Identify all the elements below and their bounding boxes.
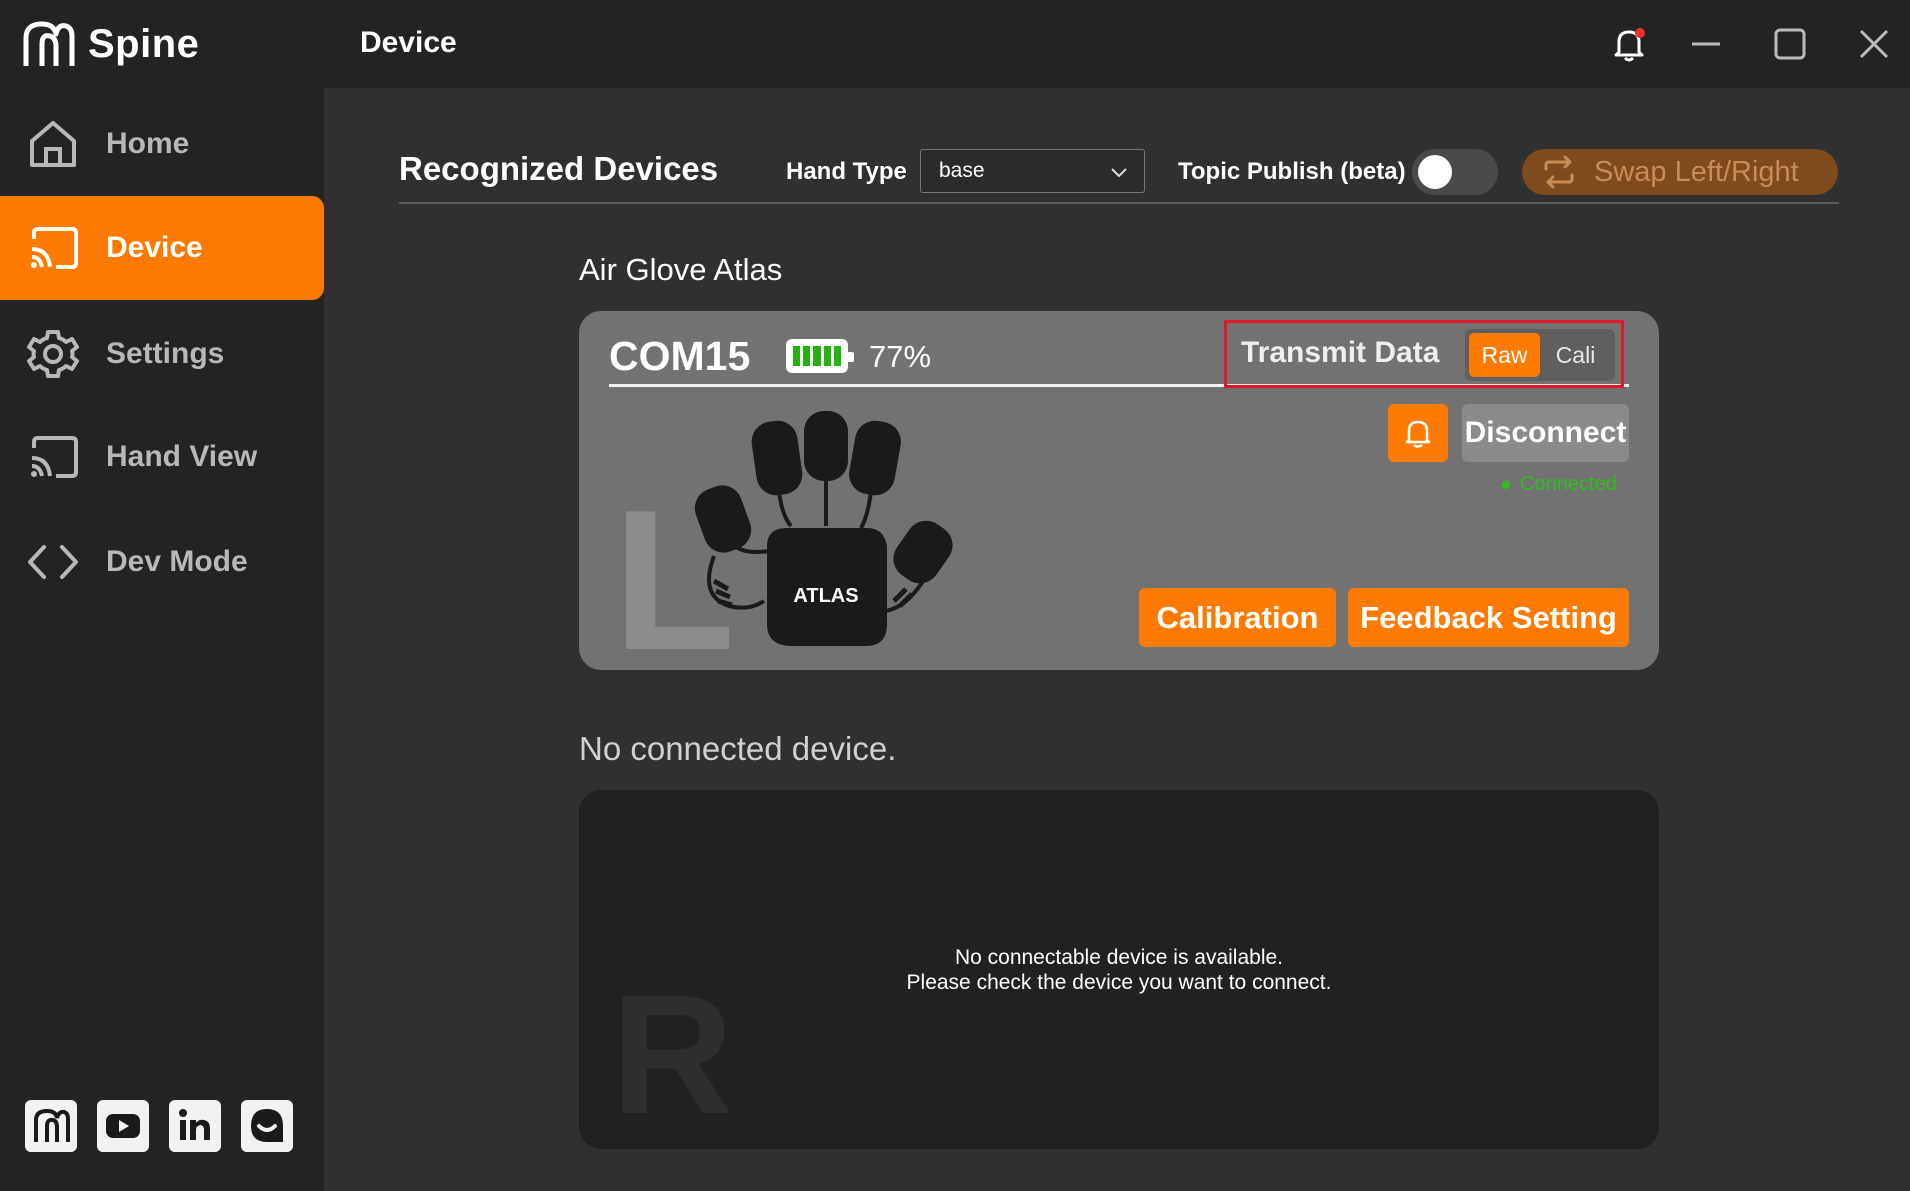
maximize-button[interactable] [1768,22,1812,66]
notification-badge [1635,28,1645,38]
chevron-down-icon [1111,168,1127,178]
battery-icon [786,339,854,373]
swap-icon [1544,155,1574,189]
gear-icon [26,327,80,381]
connection-status: Connected [1502,473,1617,496]
side-letter-right: R [611,960,734,1149]
nav-label-settings: Settings [106,337,225,370]
device-group-title: Air Glove Atlas [579,252,783,287]
hand-type-value: base [939,159,985,182]
chat-icon [251,1109,283,1142]
nav-item-dev-mode[interactable]: Dev Mode [0,510,324,614]
disconnect-button[interactable]: Disconnect [1462,404,1629,462]
minimize-button[interactable] [1684,22,1728,66]
nav-label-device: Device [106,231,203,264]
chat-button[interactable] [241,1100,293,1152]
spine-logo-icon [23,21,75,66]
title-bar: Device [324,0,1910,88]
section-divider [399,202,1839,204]
device-port: COM15 [609,333,751,379]
sidebar: Spine Home Device Settings Hand View Dev… [0,0,324,1191]
close-icon [1859,29,1889,59]
alert-button[interactable] [1388,404,1448,462]
notification-button[interactable] [1607,22,1651,66]
bell-icon [1405,420,1431,448]
nav-item-home[interactable]: Home [0,92,324,196]
nav-item-device[interactable]: Device [0,196,324,300]
code-icon [26,535,80,589]
nav-label-hand-view: Hand View [106,440,258,473]
nav-label-home: Home [106,127,190,160]
empty-message-line2: Please check the device you want to conn… [906,971,1332,994]
device-card-right: R No connectable device is available. Pl… [579,790,1659,1149]
nav-item-settings[interactable]: Settings [0,302,324,406]
app-name: Spine [88,21,200,66]
toggle-knob [1418,155,1452,189]
no-device-title: No connected device. [579,730,897,767]
empty-message: No connectable device is available. Plea… [579,945,1659,995]
device-brand-label: ATLAS [793,585,858,607]
swap-left-right-button[interactable]: Swap Left/Right [1522,149,1838,195]
nav-label-dev-mode: Dev Mode [106,545,248,578]
youtube-icon [106,1114,140,1138]
hand-type-label: Hand Type [786,158,907,185]
close-button[interactable] [1852,22,1896,66]
transmit-data-group: Transmit Data Raw Cali [1224,320,1624,388]
linkedin-button[interactable] [169,1100,221,1152]
status-text: Connected [1520,473,1617,495]
battery-percentage: 77% [869,339,932,374]
transmit-data-label: Transmit Data [1241,336,1440,369]
youtube-button[interactable] [97,1100,149,1152]
transmit-mode-toggle: Raw Cali [1465,329,1615,381]
spine-logo-icon [34,1108,70,1142]
spine-social-button[interactable] [25,1100,77,1152]
transmit-mode-cali[interactable]: Cali [1540,333,1611,377]
cast-icon [26,221,80,275]
swap-label: Swap Left/Right [1594,155,1799,188]
section-title: Recognized Devices [399,150,719,187]
page-title: Device [360,26,457,59]
feedback-setting-button[interactable]: Feedback Setting [1348,588,1629,647]
transmit-mode-raw[interactable]: Raw [1469,333,1540,377]
home-icon [26,117,80,171]
linkedin-icon [179,1109,210,1140]
device-card-left: L ATLAS COM15 77% Transmit Data Raw Cali… [579,311,1659,670]
status-dot [1502,480,1510,489]
app-logo: Spine [20,18,199,70]
minimize-icon [1692,42,1720,46]
nav-item-hand-view[interactable]: Hand View [0,405,324,509]
topic-publish-label: Topic Publish (beta) [1178,158,1406,185]
calibration-button[interactable]: Calibration [1139,588,1336,647]
topic-publish-toggle[interactable] [1412,149,1498,195]
glove-image: ATLAS [694,411,953,646]
hand-type-select[interactable]: base [920,149,1145,193]
empty-message-line1: No connectable device is available. [954,946,1284,969]
cast-icon [26,430,80,484]
maximize-icon [1774,28,1806,60]
